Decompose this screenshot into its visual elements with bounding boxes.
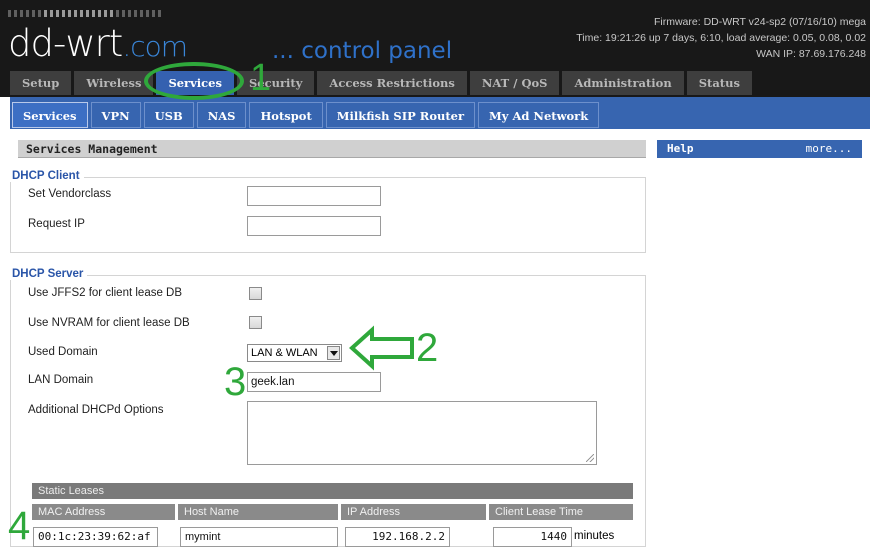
subtab-vpn[interactable]: VPN [90,102,141,128]
chevron-down-icon[interactable] [327,346,340,360]
col-client-lease-time: Client Lease Time [489,504,633,520]
vendorclass-label: Set Vendorclass [28,188,112,200]
firmware-text: Firmware: DD-WRT v24-sp2 (07/16/10) mega [653,16,866,28]
sub-tabs: Services VPN USB NAS Hotspot Milkfish SI… [12,102,600,128]
static-leases-title: Static Leases [32,483,633,499]
logo-dots [8,10,161,17]
router-info: Firmware: DD-WRT v24-sp2 (07/16/10) mega… [576,14,866,62]
nvram-label: Use NVRAM for client lease DB [28,317,190,329]
host-name-input[interactable]: mymint [180,527,338,547]
annotation-3: 3 [224,360,247,404]
lan-domain-input[interactable] [247,372,381,392]
jffs2-checkbox[interactable] [249,287,262,300]
col-mac-address: MAC Address [32,504,175,520]
subtab-hotspot[interactable]: Hotspot [249,102,323,128]
lan-domain-label: LAN Domain [28,374,94,386]
dhcpd-options-label: Additional DHCPd Options [28,404,164,416]
help-panel-header: Help more... [657,140,862,158]
main-tabs: Setup Wireless Services Security Access … [10,71,752,95]
lease-unit-label: minutes [574,530,615,542]
header: dd-wrt.com ... control panel Firmware: D… [0,0,870,97]
nvram-checkbox[interactable] [249,316,262,329]
annotation-1: 1 [250,57,272,99]
col-host-name: Host Name [178,504,338,520]
tab-wireless[interactable]: Wireless [74,71,154,95]
dhcpd-options-textarea[interactable] [247,401,597,465]
ip-address-input[interactable]: 192.168.2.2 [345,527,450,547]
subtab-nas[interactable]: NAS [196,102,247,128]
dhcp-server-legend: DHCP Server [8,268,88,280]
subtab-services[interactable]: Services [12,102,88,128]
dhcp-client-legend: DHCP Client [8,170,84,182]
mac-address-input[interactable]: 00:1c:23:39:62:af [33,527,158,547]
jffs2-label: Use JFFS2 for client lease DB [28,287,183,299]
help-title: Help [667,142,694,155]
used-domain-label: Used Domain [28,346,98,358]
tab-security[interactable]: Security [236,71,315,95]
annotation-4: 4 [8,504,31,548]
logo: dd-wrt.com [8,22,188,65]
resize-grip-icon[interactable] [586,454,594,462]
section-title: Services Management [18,140,646,158]
help-more-link[interactable]: more... [806,140,852,158]
wan-ip-text: WAN IP: 87.69.176.248 [756,48,866,60]
request-ip-input[interactable] [247,216,381,236]
subtab-usb[interactable]: USB [143,102,194,128]
tab-nat-qos[interactable]: NAT / QoS [469,71,560,95]
tab-setup[interactable]: Setup [10,71,72,95]
used-domain-select[interactable]: LAN & WLAN [247,344,342,362]
tab-administration[interactable]: Administration [562,71,684,95]
tab-access-restrictions[interactable]: Access Restrictions [317,71,467,95]
subtab-milkfish[interactable]: Milkfish SIP Router [325,102,476,128]
arrow-left-icon [349,325,414,371]
tab-status[interactable]: Status [686,71,752,95]
col-ip-address: IP Address [341,504,486,520]
uptime-text: Time: 19:21:26 up 7 days, 6:10, load ave… [576,32,866,44]
vendorclass-input[interactable] [247,186,381,206]
used-domain-value: LAN & WLAN [251,347,318,359]
annotation-2: 2 [416,326,439,370]
subtab-my-ad-network[interactable]: My Ad Network [478,102,600,128]
highlight-ellipse [144,62,244,100]
lease-time-input[interactable]: 1440 [493,527,572,547]
control-panel-title: ... control panel [272,38,453,64]
request-ip-label: Request IP [28,218,85,230]
